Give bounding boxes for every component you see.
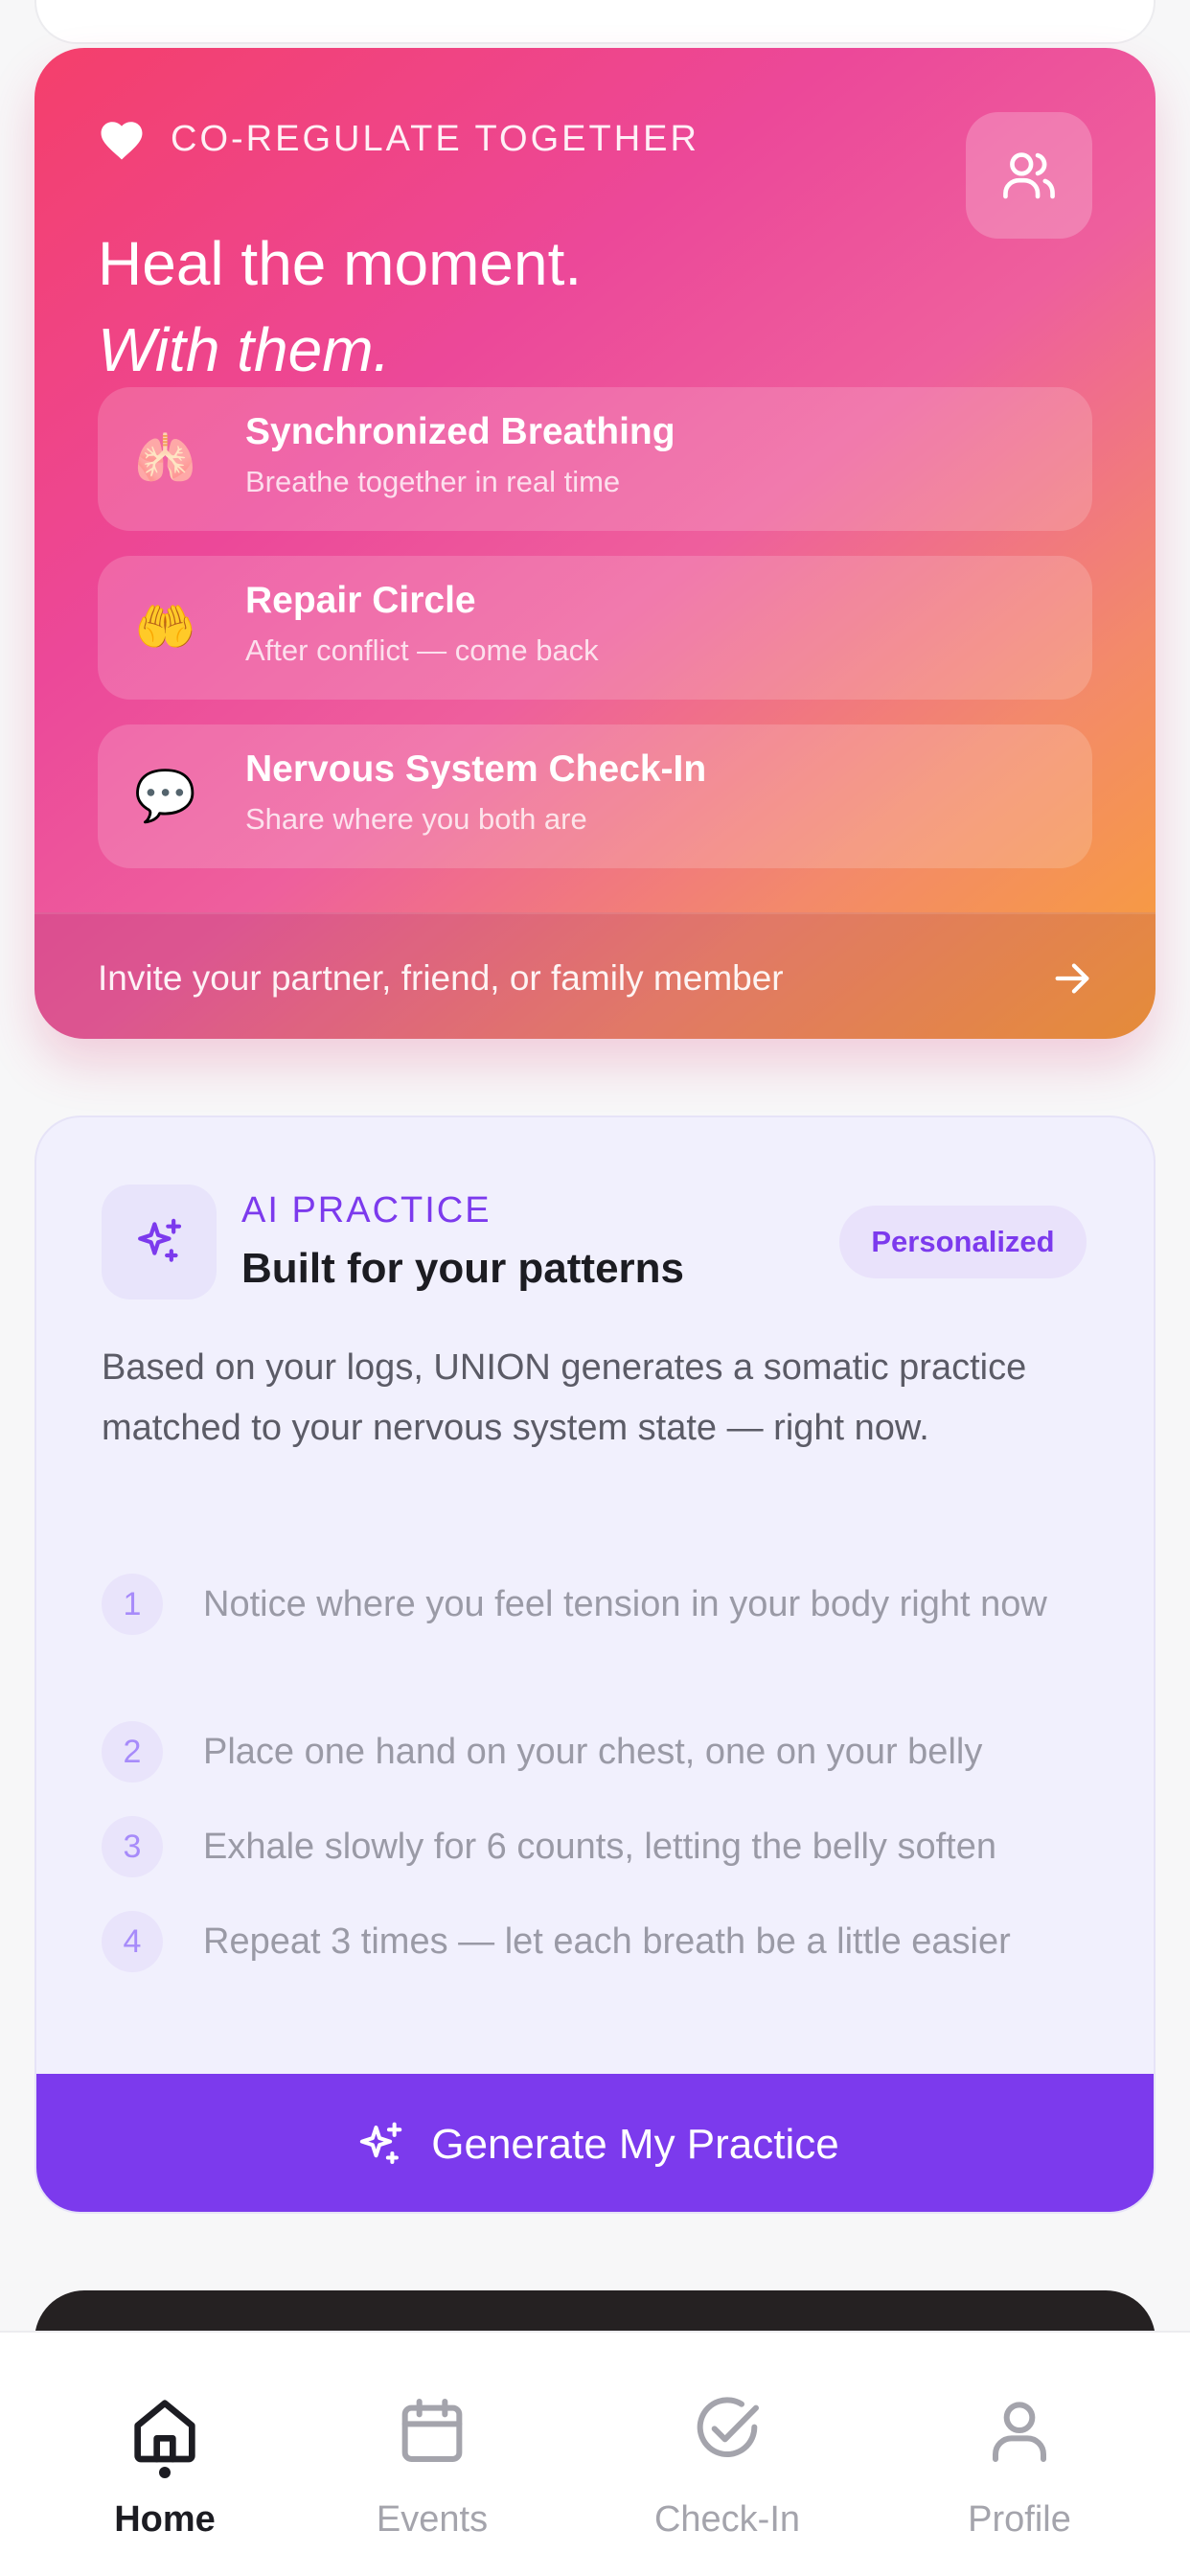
heart-icon (101, 122, 143, 160)
step-number: 1 (102, 1574, 163, 1635)
check-circle-icon (697, 2397, 759, 2458)
lungs-icon: 🫁 (134, 430, 196, 488)
feature-title: Synchronized Breathing (245, 411, 675, 452)
step-text: Place one hand on your chest, one on you… (203, 1732, 983, 1772)
feature-title: Repair Circle (245, 580, 476, 621)
feature-synchronized-breathing[interactable]: 🫁 Synchronized Breathing Breathe togethe… (98, 387, 1092, 531)
sparkles-icon (360, 2122, 402, 2165)
previous-card (34, 0, 1156, 44)
palms-up-icon: 🤲 (134, 599, 196, 656)
sparkles-icon-box (102, 1184, 217, 1300)
bottom-tab-bar: Home Events Check-In Profile (0, 2331, 1190, 2576)
step-number: 4 (102, 1911, 163, 1972)
invite-bar[interactable]: Invite your partner, friend, or family m… (34, 912, 1156, 1039)
co-regulate-kicker: CO-REGULATE TOGETHER (171, 118, 699, 159)
tab-check-in[interactable]: Check-In (612, 2333, 842, 2576)
tab-label: Check-In (653, 2499, 801, 2540)
active-indicator-dot (159, 2467, 171, 2478)
step-number: 3 (102, 1816, 163, 1877)
people-button[interactable] (966, 112, 1092, 239)
calendar-icon (401, 2399, 463, 2462)
feature-nervous-system-check-in[interactable]: 💬 Nervous System Check-In Share where yo… (98, 724, 1092, 868)
tab-label: Home (114, 2499, 216, 2540)
ai-practice-kicker: AI PRACTICE (241, 1190, 492, 1230)
tab-profile[interactable]: Profile (904, 2333, 1134, 2576)
generate-practice-label: Generate My Practice (431, 2121, 839, 2168)
personalized-badge: Personalized (839, 1206, 1087, 1278)
home-screen: CO-REGULATE TOGETHER Heal the moment. Wi… (0, 0, 1190, 2576)
tab-label: Events (376, 2499, 489, 2540)
speech-bubble-icon: 💬 (134, 768, 196, 825)
feature-subtitle: Share where you both are (245, 802, 587, 836)
person-icon (993, 2402, 1046, 2462)
tab-events[interactable]: Events (317, 2333, 547, 2576)
home-icon (134, 2400, 195, 2463)
feature-subtitle: Breathe together in real time (245, 465, 621, 498)
co-regulate-header: CO-REGULATE TOGETHER (98, 115, 699, 163)
tab-label: Profile (968, 2499, 1071, 2540)
generate-practice-button[interactable]: Generate My Practice (36, 2074, 1154, 2212)
co-regulate-title: Heal the moment. (98, 229, 583, 298)
feature-subtitle: After conflict — come back (245, 633, 599, 667)
step-text: Repeat 3 times — let each breath be a li… (203, 1921, 1011, 1962)
sparkles-icon (138, 1218, 182, 1262)
step-text: Notice where you feel tension in your bo… (203, 1584, 1047, 1624)
step-text: Exhale slowly for 6 counts, letting the … (203, 1827, 997, 1867)
tab-home[interactable]: Home (50, 2333, 280, 2576)
arrow-right-icon (1055, 963, 1089, 994)
step-number: 2 (102, 1721, 163, 1782)
ai-practice-description: Based on your logs, UNION generates a so… (102, 1347, 1027, 1448)
people-icon (1003, 152, 1055, 199)
feature-title: Nervous System Check-In (245, 748, 707, 790)
invite-text: Invite your partner, friend, or family m… (98, 958, 784, 998)
co-regulate-card: CO-REGULATE TOGETHER Heal the moment. Wi… (34, 48, 1156, 1039)
ai-practice-title: Built for your patterns (241, 1245, 685, 1292)
feature-repair-circle[interactable]: 🤲 Repair Circle After conflict — come ba… (98, 556, 1092, 700)
co-regulate-subtitle: With them. (98, 315, 391, 384)
ai-practice-card: AI PRACTICE Built for your patterns Pers… (34, 1116, 1156, 2214)
